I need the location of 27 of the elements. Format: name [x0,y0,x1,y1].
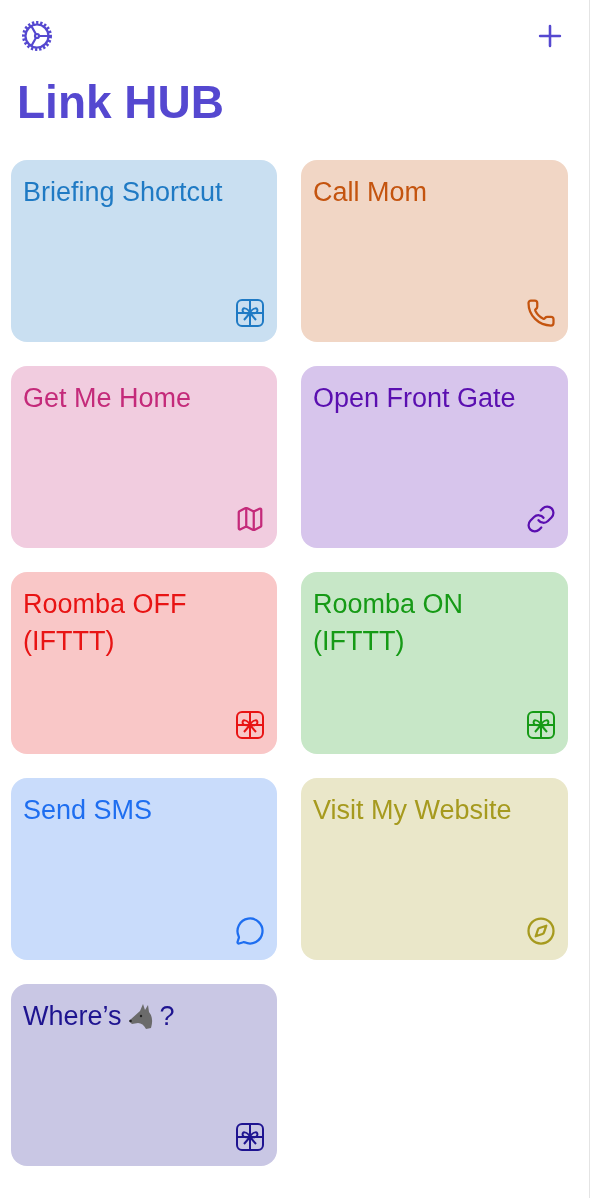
shortcut-card[interactable]: Where’s ? [11,984,277,1166]
card-title: Get Me Home [23,382,192,415]
shortcut-card[interactable]: Call Mom [301,160,568,342]
card-title: Call Mom [313,176,427,209]
card-title: Visit My Website [313,794,512,827]
shortcut-card[interactable]: Send SMS [11,778,277,960]
shortcut-card[interactable]: Get Me Home [11,366,277,548]
card-title: Briefing Shortcut [23,176,223,209]
shortcut-card[interactable]: Visit My Website [301,778,568,960]
app-title: Link HUB [17,75,225,130]
shortcut-card[interactable]: Briefing Shortcut [11,160,277,342]
map-icon [235,504,265,534]
shortcut-card[interactable]: Roomba ON (IFTTT) [301,572,568,754]
shortcut-card[interactable]: Roomba OFF (IFTTT) [11,572,277,754]
compass-icon [526,916,556,946]
shortcut-card[interactable]: Open Front Gate [301,366,568,548]
card-title: Send SMS [23,794,153,827]
card-title: Roomba OFF (IFTTT) [23,588,188,658]
card-title: ? [159,1000,175,1033]
link-icon [526,504,556,534]
settings-icon [19,18,55,54]
speech-bubble-icon [235,916,265,946]
card-title: Where’s [23,1000,122,1033]
phone-icon [526,298,556,328]
card-title: Open Front Gate [313,382,516,415]
settings-button[interactable] [19,18,55,54]
card-title: Roomba ON (IFTTT) [313,588,465,658]
